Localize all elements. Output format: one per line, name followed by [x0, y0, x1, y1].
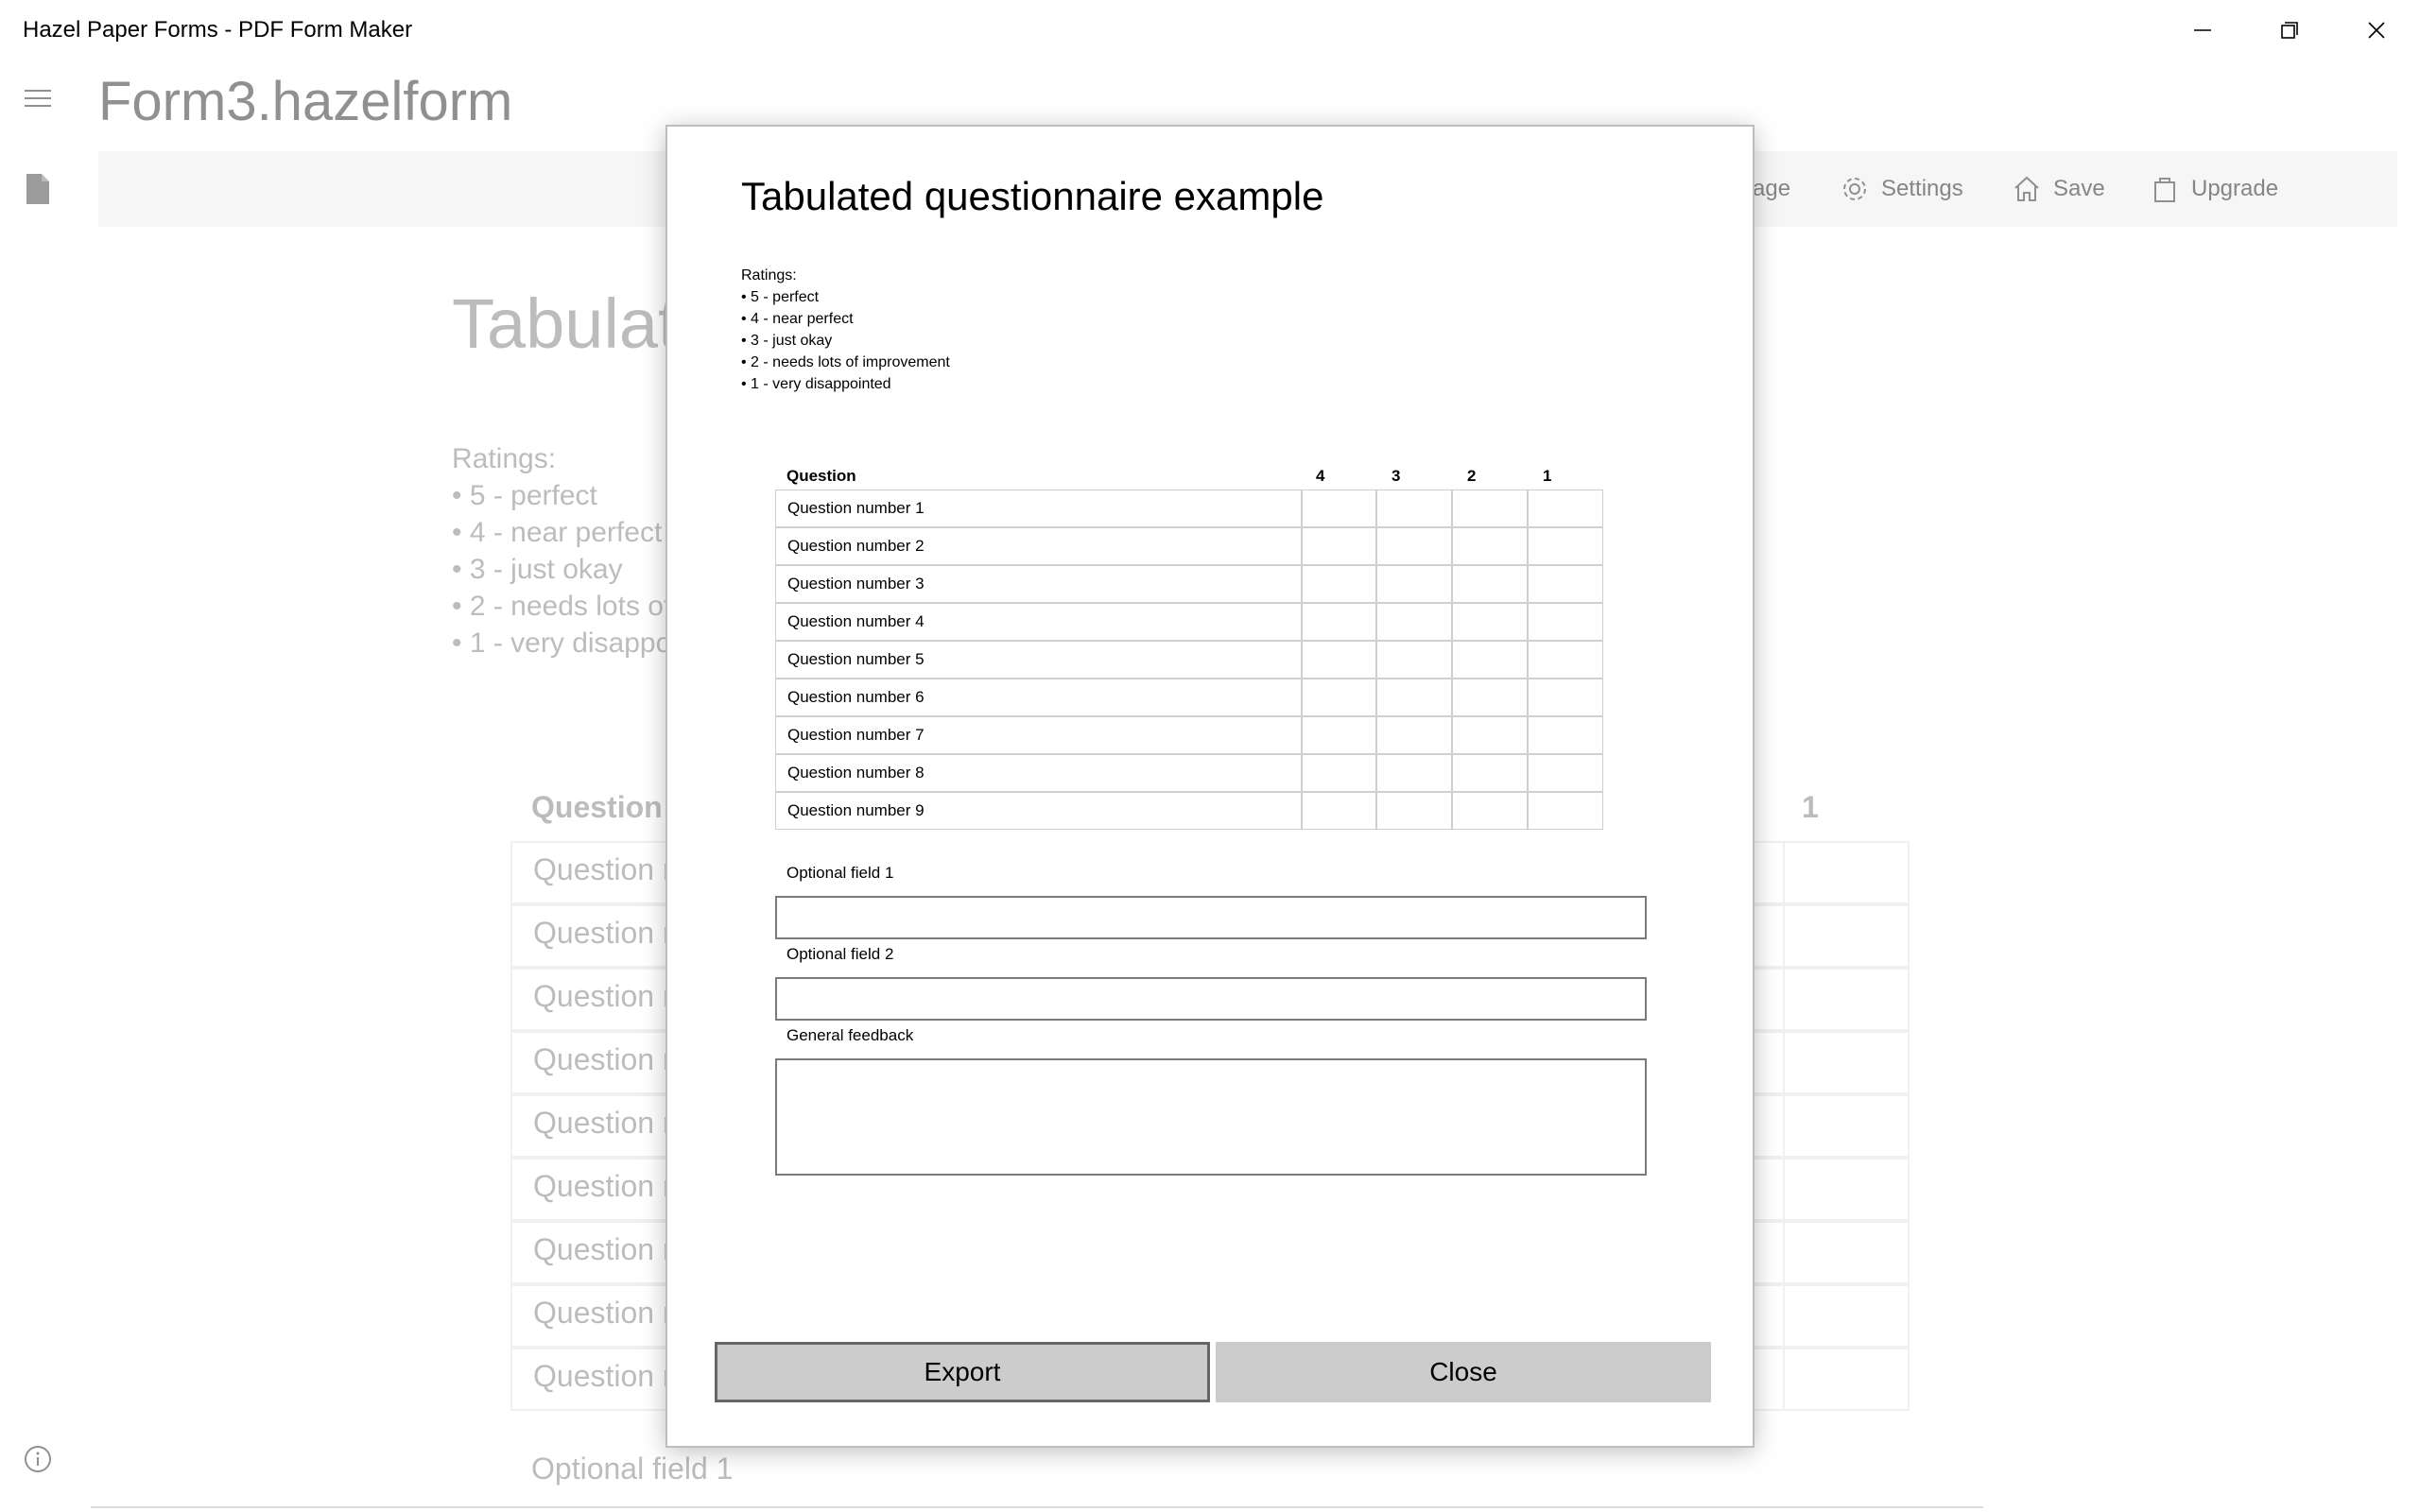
- rating-cell[interactable]: [1376, 490, 1452, 527]
- optional-field-1-input[interactable]: [775, 896, 1647, 939]
- restore-button[interactable]: [2246, 0, 2333, 60]
- rating-cell[interactable]: [1528, 603, 1603, 641]
- rating-cell[interactable]: [1528, 679, 1603, 716]
- question-row: Question number 5: [775, 641, 1603, 679]
- rating-cell[interactable]: [1301, 679, 1376, 716]
- rating-cell[interactable]: [1528, 716, 1603, 754]
- preview-dialog: Tabulated questionnaire example Ratings:…: [666, 125, 1754, 1448]
- rating-cell[interactable]: [1452, 792, 1528, 830]
- rating-cell[interactable]: [1376, 679, 1452, 716]
- rating-cell[interactable]: [1301, 641, 1376, 679]
- export-button[interactable]: Export: [715, 1342, 1210, 1402]
- rating-line: • 5 - perfect: [741, 289, 820, 305]
- question-label: Question number 4: [775, 603, 1303, 641]
- rating-line: Ratings:: [741, 267, 797, 284]
- question-label: Question number 9: [775, 792, 1303, 830]
- rating-cell[interactable]: [1301, 792, 1376, 830]
- rating-line: • 4 - near perfect: [741, 311, 854, 327]
- rating-cell[interactable]: [1301, 716, 1376, 754]
- question-label: Question number 3: [775, 565, 1303, 603]
- rating-cell[interactable]: [1528, 565, 1603, 603]
- question-row: Question number 9: [775, 792, 1603, 830]
- rating-cell[interactable]: [1528, 792, 1603, 830]
- column-header-rating: 3: [1392, 467, 1401, 485]
- question-label: Question number 8: [775, 754, 1303, 792]
- rating-cell[interactable]: [1452, 490, 1528, 527]
- rating-cell[interactable]: [1528, 490, 1603, 527]
- question-label: Question number 1: [775, 490, 1303, 527]
- rating-line: • 3 - just okay: [741, 333, 833, 349]
- column-header-rating: 2: [1467, 467, 1477, 485]
- rating-cell[interactable]: [1376, 527, 1452, 565]
- rating-cell[interactable]: [1376, 565, 1452, 603]
- rating-cell[interactable]: [1376, 603, 1452, 641]
- column-header-rating: 4: [1316, 467, 1325, 485]
- rating-cell[interactable]: [1452, 565, 1528, 603]
- rating-cell[interactable]: [1452, 603, 1528, 641]
- title-bar: Hazel Paper Forms - PDF Form Maker: [0, 0, 2420, 60]
- question-row: Question number 4: [775, 603, 1603, 641]
- rating-cell[interactable]: [1301, 490, 1376, 527]
- dialog-title: Tabulated questionnaire example: [741, 174, 1324, 218]
- rating-cell[interactable]: [1376, 716, 1452, 754]
- question-row: Question number 3: [775, 565, 1603, 603]
- rating-cell[interactable]: [1528, 641, 1603, 679]
- column-header-question: Question: [786, 467, 856, 485]
- window-title: Hazel Paper Forms - PDF Form Maker: [23, 17, 413, 43]
- rating-cell[interactable]: [1376, 792, 1452, 830]
- question-row: Question number 2: [775, 527, 1603, 565]
- minimize-button[interactable]: [2159, 0, 2246, 60]
- question-row: Question number 7: [775, 716, 1603, 754]
- general-feedback-label: General feedback: [786, 1026, 914, 1044]
- rating-cell[interactable]: [1376, 641, 1452, 679]
- rating-cell[interactable]: [1528, 754, 1603, 792]
- rating-cell[interactable]: [1452, 716, 1528, 754]
- close-icon: [2368, 22, 2385, 39]
- rating-cell[interactable]: [1528, 527, 1603, 565]
- close-window-button[interactable]: [2333, 0, 2420, 60]
- rating-cell[interactable]: [1301, 754, 1376, 792]
- rating-cell[interactable]: [1452, 754, 1528, 792]
- question-row: Question number 6: [775, 679, 1603, 716]
- general-feedback-textarea[interactable]: [775, 1058, 1647, 1176]
- minimize-icon: [2194, 29, 2211, 31]
- question-label: Question number 5: [775, 641, 1303, 679]
- rating-cell[interactable]: [1452, 527, 1528, 565]
- question-row: Question number 8: [775, 754, 1603, 792]
- rating-cell[interactable]: [1452, 679, 1528, 716]
- optional-field-2-label: Optional field 2: [786, 945, 894, 963]
- rating-cell[interactable]: [1301, 565, 1376, 603]
- rating-cell[interactable]: [1301, 603, 1376, 641]
- restore-icon: [2281, 22, 2298, 39]
- rating-line: • 1 - very disappointed: [741, 376, 891, 392]
- close-button[interactable]: Close: [1216, 1342, 1711, 1402]
- question-label: Question number 7: [775, 716, 1303, 754]
- question-label: Question number 6: [775, 679, 1303, 716]
- rating-cell[interactable]: [1301, 527, 1376, 565]
- question-row: Question number 1: [775, 490, 1603, 527]
- question-label: Question number 2: [775, 527, 1303, 565]
- rating-line: • 2 - needs lots of improvement: [741, 354, 950, 370]
- optional-field-1-label: Optional field 1: [786, 864, 894, 882]
- rating-cell[interactable]: [1452, 641, 1528, 679]
- column-header-rating: 1: [1543, 467, 1552, 485]
- optional-field-2-input[interactable]: [775, 977, 1647, 1021]
- rating-cell[interactable]: [1376, 754, 1452, 792]
- dialog-ratings: Ratings: • 5 - perfect • 4 - near perfec…: [741, 265, 950, 395]
